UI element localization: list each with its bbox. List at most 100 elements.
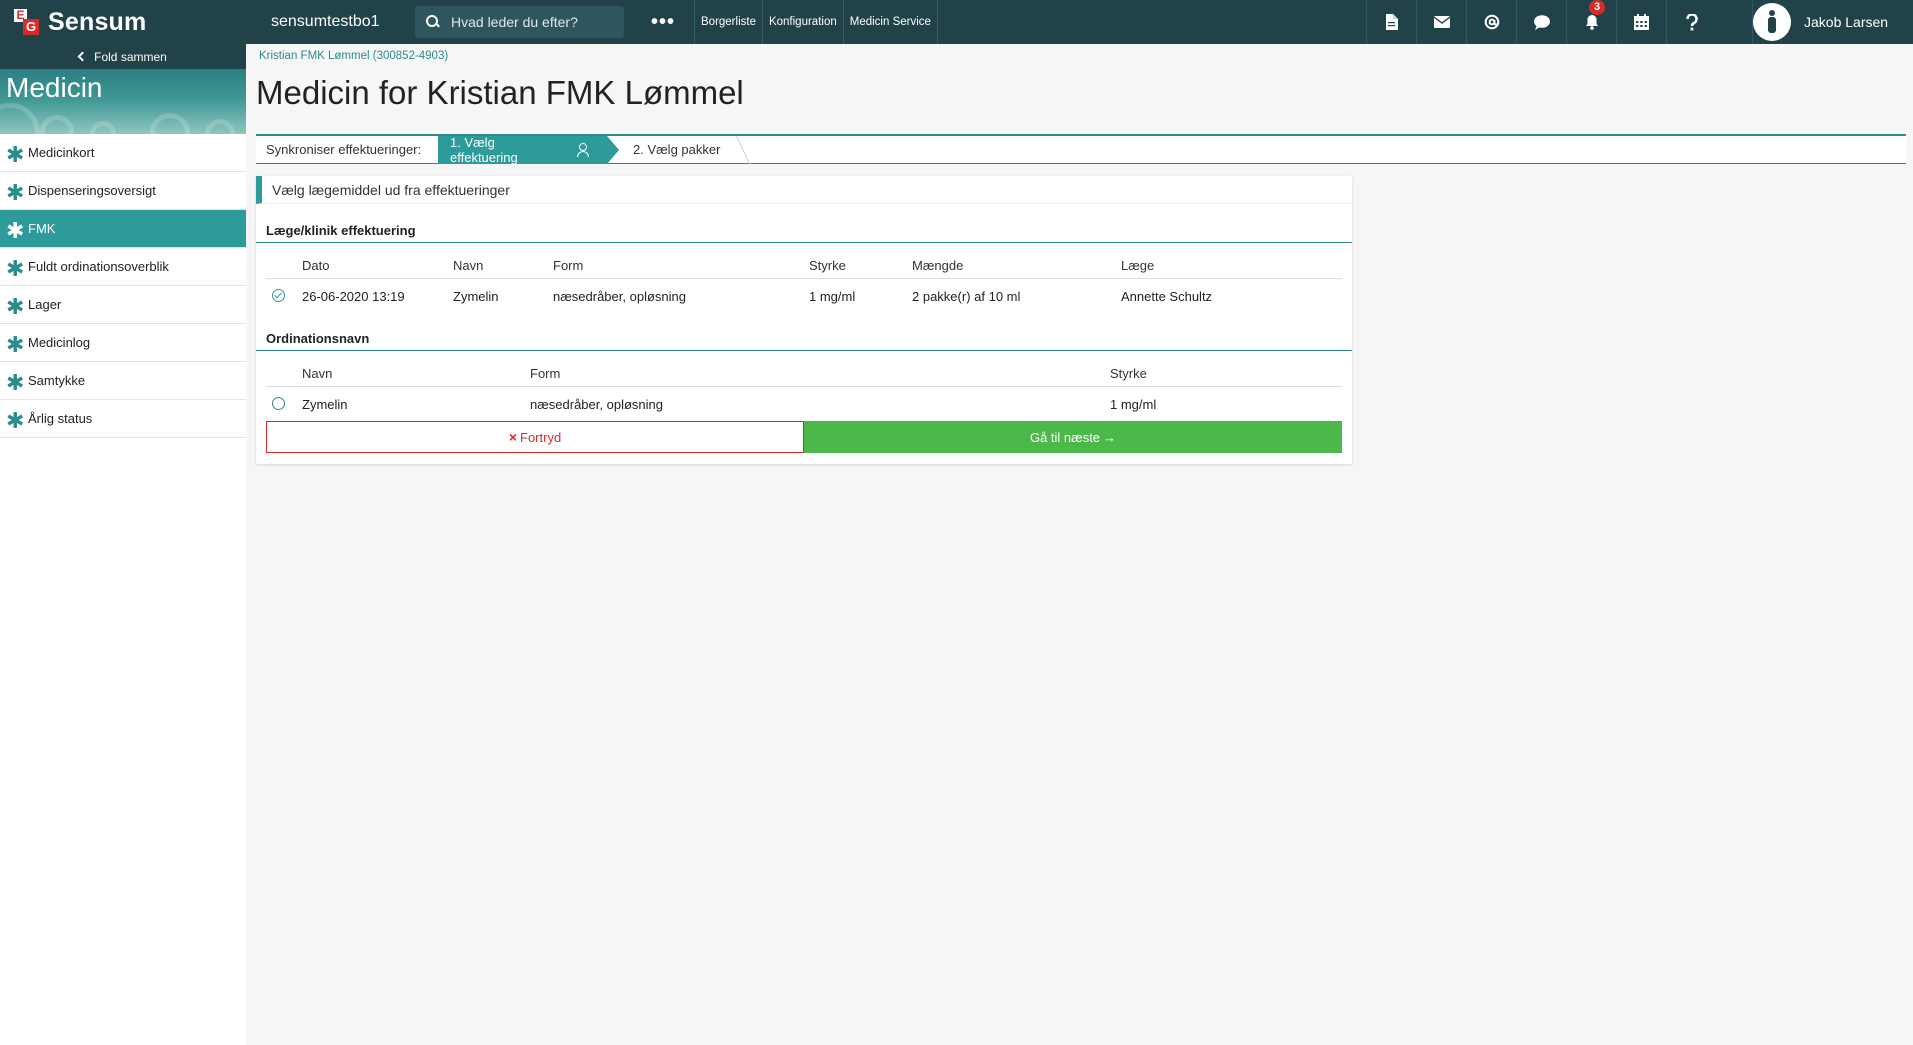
next-button[interactable]: Gå til næste → xyxy=(804,421,1342,453)
document-icon xyxy=(1386,14,1398,30)
sidebar-item-medicinkort[interactable]: ✱ Medicinkort xyxy=(0,134,246,172)
search-input[interactable]: Hvad leder du efter? xyxy=(415,6,624,38)
user-name: Jakob Larsen xyxy=(1804,14,1889,30)
notifications-button[interactable]: 3 xyxy=(1566,0,1616,44)
sidebar-item-medicinlog[interactable]: ✱ Medicinlog xyxy=(0,324,246,362)
cell-laege: Annette Schultz xyxy=(1121,289,1213,304)
asterisk-icon: ✱ xyxy=(6,217,25,243)
at-button[interactable] xyxy=(1466,0,1516,44)
module-title: Medicin xyxy=(6,72,103,103)
top-icons: 3 xyxy=(1366,0,1716,44)
notification-badge: 3 xyxy=(1589,0,1605,15)
help-icon xyxy=(1685,13,1698,30)
collapse-label: Fold sammen xyxy=(94,49,167,64)
asterisk-icon: ✱ xyxy=(6,331,25,357)
calendar-button[interactable] xyxy=(1616,0,1666,44)
wizard-step-2-label: 2. Vælg pakker xyxy=(633,142,721,157)
column-header: Navn xyxy=(302,366,333,381)
tenant-name: sensumtestbo1 xyxy=(271,13,380,30)
help-button[interactable] xyxy=(1666,0,1716,44)
banner-decoration xyxy=(205,119,235,134)
sync-wizard: Synkroniser effektueringer: 1. Vælg effe… xyxy=(256,134,1906,165)
radio-button[interactable] xyxy=(272,397,285,410)
document-button[interactable] xyxy=(1366,0,1416,44)
asterisk-icon: ✱ xyxy=(6,179,25,205)
effektuering-section-title: Læge/klinik effektuering xyxy=(266,223,416,238)
avatar-icon xyxy=(1753,3,1791,41)
effektuering-table-header: Dato Navn Form Styrke Mængde Læge xyxy=(266,251,1342,279)
sidebar-item-label: FMK xyxy=(28,221,56,236)
user-menu[interactable]: Jakob Larsen xyxy=(1752,0,1913,44)
sidebar-item-samtykke[interactable]: ✱ Samtykke xyxy=(0,362,246,400)
cell-styrke: 1 mg/ml xyxy=(809,289,856,304)
asterisk-icon: ✱ xyxy=(6,369,25,395)
sidebar-item-label: Medicinlog xyxy=(28,335,91,350)
ordination-table-header: Navn Form Styrke xyxy=(266,359,1342,387)
sidebar: Fold sammen Medicin ✱ Medicinkort ✱ Disp… xyxy=(0,44,246,1045)
chat-button[interactable] xyxy=(1516,0,1566,44)
table-row[interactable]: 26-06-2020 13:19 Zymelin næsedråber, opl… xyxy=(266,282,1342,310)
section-divider xyxy=(256,350,1352,351)
cell-styrke: 1 mg/ml xyxy=(1110,397,1157,412)
brand[interactable]: E G Sensum xyxy=(0,0,246,44)
eg-logo: E G xyxy=(14,9,40,35)
page-title: Medicin for Kristian FMK Lømmel xyxy=(256,74,744,111)
asterisk-icon: ✱ xyxy=(6,293,25,319)
brand-name: Sensum xyxy=(48,7,147,36)
sidebar-item-label: Årlig status xyxy=(28,411,93,426)
mail-button[interactable] xyxy=(1416,0,1466,44)
asterisk-icon: ✱ xyxy=(6,407,25,433)
column-header: Form xyxy=(553,258,584,273)
cell-maengde: 2 pakke(r) af 10 ml xyxy=(912,289,1021,304)
panel-header: Vælg lægemiddel ud fra effektueringer xyxy=(256,176,1352,204)
top-nav: Borgerliste Konfiguration Medicin Servic… xyxy=(694,0,938,44)
section-divider xyxy=(256,242,1352,243)
check-circle-icon[interactable] xyxy=(272,289,285,302)
calendar-icon xyxy=(1634,14,1649,30)
search-icon xyxy=(425,14,441,30)
cell-form: næsedråber, opløsning xyxy=(530,397,663,412)
banner-decoration xyxy=(150,113,190,134)
at-icon xyxy=(1484,14,1499,30)
nav-borgerliste[interactable]: Borgerliste xyxy=(694,0,763,44)
sidebar-item-lager[interactable]: ✱ Lager xyxy=(0,286,246,324)
asterisk-icon: ✱ xyxy=(6,255,25,281)
wizard-step-2[interactable]: 2. Vælg pakker xyxy=(607,136,737,164)
cancel-label: Fortryd xyxy=(520,429,562,445)
ordination-section-title: Ordinationsnavn xyxy=(266,331,370,346)
column-header: Form xyxy=(530,366,561,381)
selection-panel: Vælg lægemiddel ud fra effektueringer Læ… xyxy=(256,176,1352,464)
sidebar-item-fmk[interactable]: ✱ FMK xyxy=(0,210,246,248)
more-menu-button[interactable]: ••• xyxy=(632,11,694,34)
nav-medicin-service[interactable]: Medicin Service xyxy=(844,0,938,44)
column-header: Styrke xyxy=(1110,366,1147,381)
collapse-sidebar-button[interactable]: Fold sammen xyxy=(0,44,246,69)
module-banner: Medicin xyxy=(0,69,246,134)
next-label: Gå til næste xyxy=(1029,429,1101,445)
banner-decoration xyxy=(0,103,40,134)
nav-konfiguration[interactable]: Konfiguration xyxy=(763,0,844,44)
wizard-label: Synkroniser effektueringer: xyxy=(266,142,422,157)
cell-form: næsedråber, opløsning xyxy=(553,289,686,304)
sidebar-item-label: Lager xyxy=(28,297,62,312)
column-header: Navn xyxy=(453,258,484,273)
table-row[interactable]: Zymelin næsedråber, opløsning 1 mg/ml xyxy=(266,390,1342,418)
sidebar-item-fuldt-ordinationsoverblik[interactable]: ✱ Fuldt ordinationsoverblik xyxy=(0,248,246,286)
column-header: Mængde xyxy=(912,258,964,273)
sidebar-item-label: Dispenseringsoversigt xyxy=(28,183,156,198)
wizard-step-1-label: 1. Vælg effektuering xyxy=(450,134,518,165)
search-placeholder: Hvad leder du efter? xyxy=(451,14,578,30)
close-icon: × xyxy=(508,429,517,445)
sidebar-item-label: Fuldt ordinationsoverblik xyxy=(28,259,169,274)
cancel-button[interactable]: × Fortryd xyxy=(266,421,804,453)
column-header: Styrke xyxy=(809,258,846,273)
breadcrumb[interactable]: Kristian FMK Lømmel (300852-4903) xyxy=(259,50,448,62)
wizard-step-1[interactable]: 1. Vælg effektuering xyxy=(438,134,619,165)
sidebar-item-aarlig-status[interactable]: ✱ Årlig status xyxy=(0,400,246,438)
asterisk-icon: ✱ xyxy=(6,141,25,167)
chevron-left-icon xyxy=(77,51,88,62)
sidebar-item-label: Medicinkort xyxy=(28,145,95,160)
top-bar: E G Sensum sensumtestbo1 Hvad leder du e… xyxy=(0,0,1913,44)
sidebar-item-dispenseringsoversigt[interactable]: ✱ Dispenseringsoversigt xyxy=(0,172,246,210)
bell-icon xyxy=(1585,15,1598,30)
